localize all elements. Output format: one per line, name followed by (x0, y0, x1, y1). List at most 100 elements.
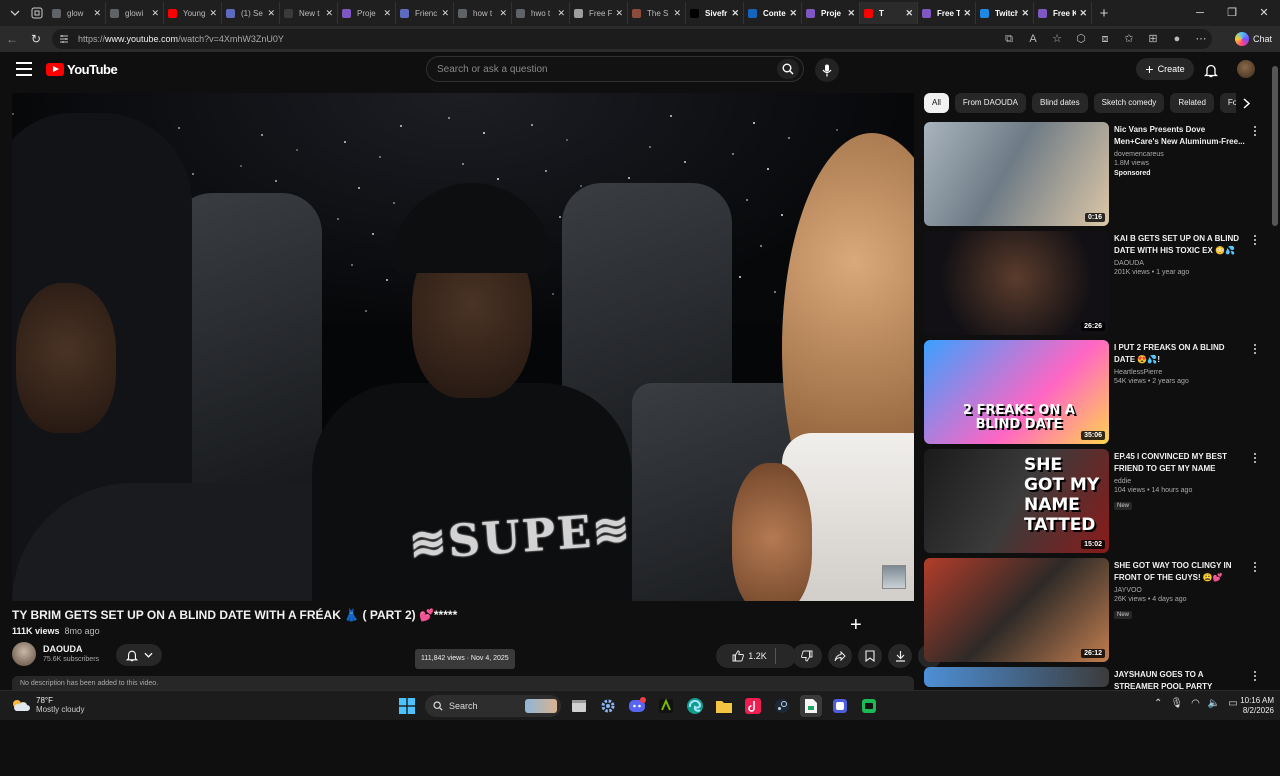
close-tab-icon[interactable]: ✕ (905, 8, 913, 19)
browser-tab[interactable]: Twitch ✕ (976, 2, 1034, 24)
more-vertical-icon[interactable] (1252, 344, 1258, 354)
close-tab-icon[interactable]: ✕ (789, 8, 797, 19)
video-thumbnail[interactable] (924, 667, 1109, 687)
minimize-button[interactable]: ─ (1184, 0, 1216, 26)
like-button[interactable]: 1.2K (716, 644, 796, 668)
description-box[interactable]: No description has been added to this vi… (12, 676, 914, 690)
chevron-up-icon[interactable]: ⌃ (1154, 698, 1162, 709)
recommended-video[interactable]: 26:12 SHE GOT WAY TOO CLINGY IN FRONT OF … (924, 558, 1264, 667)
close-tab-icon[interactable]: ✕ (673, 8, 681, 19)
video-channel[interactable]: DAOUDA (1114, 260, 1246, 267)
taskbar-app-green[interactable] (800, 695, 822, 717)
close-tab-icon[interactable]: ✕ (325, 8, 333, 19)
copilot-chat-button[interactable]: Chat (1234, 31, 1272, 47)
video-thumbnail[interactable]: 0:16 (924, 122, 1109, 226)
close-tab-icon[interactable]: ✕ (615, 8, 623, 19)
close-tab-icon[interactable]: ✕ (1021, 8, 1029, 19)
voice-search-button[interactable] (815, 58, 839, 82)
video-thumbnail[interactable]: 26:12 (924, 558, 1109, 662)
download-button[interactable] (888, 644, 912, 668)
browser-tab[interactable]: Frienc ✕ (396, 2, 454, 24)
video-channel[interactable]: dovemencareus (1114, 151, 1246, 158)
filter-chip[interactable]: Related (1170, 93, 1214, 113)
more-menu-icon[interactable]: ⋯ (1192, 29, 1210, 49)
open-in-app-icon[interactable]: ⧉ (1000, 29, 1018, 49)
share-button[interactable] (828, 644, 852, 668)
extensions-icon[interactable]: ⬡ (1072, 29, 1090, 49)
youtube-logo[interactable]: YouTube (46, 62, 118, 77)
favorite-star-icon[interactable]: ☆ (1048, 29, 1066, 49)
video-thumbnail[interactable]: 2 FREAKS ON A BLIND DATE 35:06 (924, 340, 1109, 444)
filter-chip[interactable]: Blind dates (1032, 93, 1088, 113)
more-vertical-icon[interactable] (1252, 671, 1258, 681)
reload-button[interactable]: ↻ (24, 32, 48, 46)
browser-tab[interactable]: Proje ✕ (802, 2, 860, 24)
new-tab-button[interactable]: + (1092, 5, 1116, 22)
taskbar-edge[interactable] (684, 695, 706, 717)
browser-tab[interactable]: Proje ✕ (338, 2, 396, 24)
filter-chip[interactable]: Sketch comedy (1093, 93, 1165, 113)
video-thumbnail[interactable]: 26:26 (924, 231, 1109, 335)
close-tab-icon[interactable]: ✕ (441, 8, 449, 19)
browser-tab[interactable]: glow ✕ (48, 2, 106, 24)
browser-tab[interactable]: New t ✕ (280, 2, 338, 24)
search-button[interactable] (777, 59, 799, 79)
browser-tab[interactable]: The S ✕ (628, 2, 686, 24)
video-title[interactable]: KAI B GETS SET UP ON A BLIND DATE WITH H… (1114, 233, 1246, 257)
tab-actions-menu[interactable] (4, 2, 26, 24)
close-tab-icon[interactable]: ✕ (499, 8, 507, 19)
taskbar-clock[interactable]: 10:16 AM 8/2/2026 (1230, 696, 1274, 716)
filter-chip[interactable]: All (924, 93, 949, 113)
more-vertical-icon[interactable] (1252, 235, 1258, 245)
subscribed-bell-button[interactable] (116, 644, 162, 666)
video-channel[interactable]: JAYVOO (1114, 587, 1246, 594)
recommended-video[interactable]: JAYSHAUN GOES TO A STREAMER POOL PARTY (924, 667, 1264, 776)
favorites-icon[interactable]: ✩ (1120, 29, 1138, 49)
taskbar-nvidia[interactable] (655, 695, 677, 717)
more-vertical-icon[interactable] (1252, 453, 1258, 463)
workspaces-button[interactable] (26, 2, 48, 24)
close-tab-icon[interactable]: ✕ (209, 8, 217, 19)
video-title[interactable]: SHE GOT WAY TOO CLINGY IN FRONT OF THE G… (1114, 560, 1246, 584)
close-tab-icon[interactable]: ✕ (963, 8, 971, 19)
back-button[interactable]: ← (0, 32, 24, 46)
browser-tab[interactable]: how t ✕ (454, 2, 512, 24)
search-input[interactable] (437, 63, 757, 75)
video-meta[interactable]: 111K views 8mo ago (12, 626, 100, 636)
browser-tab[interactable]: hwo t ✕ (512, 2, 570, 24)
close-tab-icon[interactable]: ✕ (383, 8, 391, 19)
close-tab-icon[interactable]: ✕ (1079, 8, 1087, 19)
video-title[interactable]: Nic Vans Presents Dove Men+Care's New Al… (1114, 124, 1246, 148)
account-avatar[interactable] (1237, 60, 1255, 78)
video-player[interactable]: ≋SUPE≋ (12, 93, 914, 601)
menu-icon[interactable] (16, 62, 32, 76)
taskbar-search[interactable]: Search (425, 695, 561, 717)
taskbar-app-blue[interactable] (829, 695, 851, 717)
page-scrollbar[interactable] (1270, 52, 1280, 689)
recommended-video[interactable]: 0:16 Nic Vans Presents Dove Men+Care's Ne… (924, 122, 1264, 231)
close-tab-icon[interactable]: ✕ (93, 8, 101, 19)
maximize-button[interactable]: ❐ (1216, 0, 1248, 26)
channel-name[interactable]: DAOUDA (43, 644, 83, 654)
browser-tab[interactable]: (1) Se ✕ (222, 2, 280, 24)
dislike-button[interactable] (792, 644, 822, 668)
taskbar-discord[interactable] (626, 695, 648, 717)
start-button[interactable] (396, 695, 418, 717)
close-tab-icon[interactable]: ✕ (847, 8, 855, 19)
taskbar-file-explorer-small[interactable] (568, 695, 590, 717)
recommended-video[interactable]: 2 FREAKS ON A BLIND DATE 35:06 I PUT 2 FRE… (924, 340, 1264, 449)
weather-widget[interactable]: 78°F Mostly cloudy (10, 696, 84, 714)
browser-tab[interactable]: Free F ✕ (570, 2, 628, 24)
video-thumbnail[interactable]: SHE GOT MY NAME TATTED 15:02 (924, 449, 1109, 553)
video-channel[interactable]: HeartlessPierre (1114, 369, 1246, 376)
close-tab-icon[interactable]: ✕ (151, 8, 159, 19)
channel-avatar[interactable] (12, 642, 36, 666)
video-title[interactable]: EP.45 I CONVINCED MY BEST FRIEND TO GET … (1114, 451, 1246, 475)
taskbar-app-teal[interactable] (858, 695, 880, 717)
video-title[interactable]: I PUT 2 FREAKS ON A BLIND DATE 😍💦! (1114, 342, 1246, 366)
more-vertical-icon[interactable] (1252, 562, 1258, 572)
taskbar-settings[interactable] (597, 695, 619, 717)
recommended-video[interactable]: 26:26 KAI B GETS SET UP ON A BLIND DATE W… (924, 231, 1264, 340)
microphone-icon[interactable]: 🎙 (1170, 698, 1183, 709)
notifications-button[interactable] (1201, 60, 1221, 80)
